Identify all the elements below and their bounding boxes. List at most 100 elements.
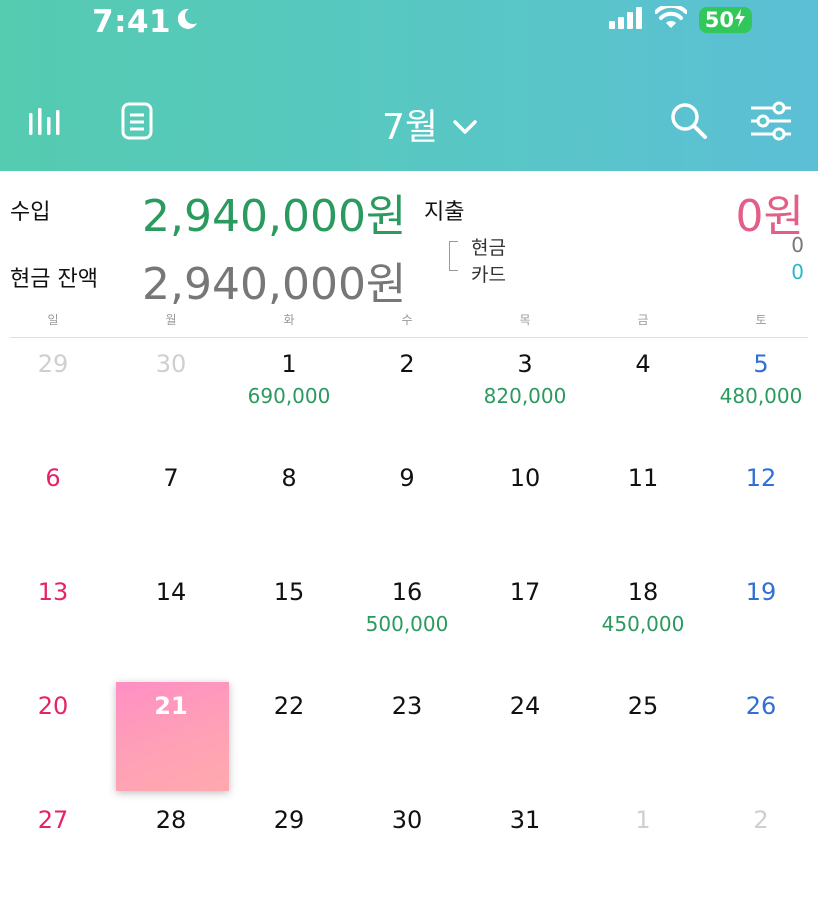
day-number: 5 xyxy=(753,350,769,378)
day-number: 6 xyxy=(45,464,61,492)
weekday-label: 토 xyxy=(755,313,767,327)
day-number: 3 xyxy=(517,350,533,378)
day-income-amount: 820,000 xyxy=(483,384,567,408)
day-number: 20 xyxy=(37,692,69,720)
calendar-day[interactable]: 29 xyxy=(0,338,112,452)
calendar-day[interactable]: 26 xyxy=(702,680,818,794)
day-number: 24 xyxy=(509,692,541,720)
day-number: 1 xyxy=(281,350,297,378)
card-value: 0 xyxy=(791,260,804,284)
day-number: 10 xyxy=(509,464,541,492)
calendar-day[interactable]: 9 xyxy=(348,452,466,566)
search-icon xyxy=(669,101,709,145)
calendar-day[interactable]: 23 xyxy=(348,680,466,794)
day-number: 30 xyxy=(391,806,423,834)
cash-label: 현금 xyxy=(471,237,506,259)
calendar-day[interactable]: 12 xyxy=(702,452,818,566)
weekday-label: 화 xyxy=(283,313,295,327)
filter-button[interactable] xyxy=(748,100,794,146)
calendar-day[interactable]: 13 xyxy=(0,566,112,680)
calendar-day[interactable]: 1 690,000 xyxy=(230,338,348,452)
calendar-day[interactable]: 2 xyxy=(348,338,466,452)
day-number: 31 xyxy=(509,806,541,834)
day-number: 15 xyxy=(273,578,305,606)
cash-value: 0 xyxy=(791,233,804,257)
month-label: 7월 xyxy=(381,107,439,148)
day-number: 18 xyxy=(627,578,659,606)
day-number: 2 xyxy=(753,806,769,834)
income-label: 수입 xyxy=(10,200,51,225)
day-number: 4 xyxy=(635,350,651,378)
calendar-day[interactable]: 29 xyxy=(230,794,348,908)
calendar-day[interactable]: 20 xyxy=(0,680,112,794)
day-number: 2 xyxy=(399,350,415,378)
cash-balance-label: 현금 잔액 xyxy=(10,267,98,292)
battery-level: 50 xyxy=(704,8,734,32)
calendar-day[interactable]: 16 500,000 xyxy=(348,566,466,680)
calendar-day[interactable]: 1 xyxy=(584,794,702,908)
weekday-label: 수 xyxy=(401,313,413,327)
day-number: 21 xyxy=(154,692,188,720)
card-label: 카드 xyxy=(471,264,506,286)
calendar-day[interactable]: 18 450,000 xyxy=(584,566,702,680)
status-time-text: 7:41 xyxy=(92,4,172,40)
day-number: 26 xyxy=(745,692,777,720)
day-number: 19 xyxy=(745,578,777,606)
stats-button[interactable] xyxy=(24,100,70,146)
weekday-header: 일월화수목금토 xyxy=(0,311,818,337)
day-number: 28 xyxy=(155,806,187,834)
day-number: 7 xyxy=(163,464,179,492)
day-number: 12 xyxy=(745,464,777,492)
calendar-day[interactable]: 8 xyxy=(230,452,348,566)
calendar-day[interactable]: 28 xyxy=(112,794,230,908)
weekday-label: 목 xyxy=(519,313,531,327)
day-number: 23 xyxy=(391,692,423,720)
calendar-day[interactable]: 31 xyxy=(466,794,584,908)
day-number: 17 xyxy=(509,578,541,606)
day-number: 1 xyxy=(635,806,651,834)
battery-indicator: 50 xyxy=(698,7,752,33)
weekday-label: 일 xyxy=(47,313,59,327)
app-header: 7:41 50 7월 xyxy=(0,0,818,171)
calendar-day[interactable]: 7 xyxy=(112,452,230,566)
wifi-icon xyxy=(653,3,688,34)
day-number: 11 xyxy=(627,464,659,492)
day-number: 16 xyxy=(391,578,423,606)
calendar-day[interactable]: 24 xyxy=(466,680,584,794)
day-number: 25 xyxy=(627,692,659,720)
weekday-label: 금 xyxy=(637,313,649,327)
calendar-day[interactable]: 19 xyxy=(702,566,818,680)
day-number: 14 xyxy=(155,578,187,606)
day-number: 30 xyxy=(155,350,187,378)
calendar-day[interactable]: 11 xyxy=(584,452,702,566)
calendar-day[interactable]: 2 xyxy=(702,794,818,908)
weekday-label: 월 xyxy=(165,313,177,327)
calendar-day[interactable]: 5 480,000 xyxy=(702,338,818,452)
day-number: 8 xyxy=(281,464,297,492)
search-button[interactable] xyxy=(666,100,712,146)
nav-bar: 7월 xyxy=(0,96,818,156)
signal-icon xyxy=(608,7,643,33)
calendar-day-today[interactable]: 21 xyxy=(112,680,230,794)
calendar-day[interactable]: 10 xyxy=(466,452,584,566)
day-income-amount: 500,000 xyxy=(365,612,449,636)
calendar-day[interactable]: 14 xyxy=(112,566,230,680)
calendar-day[interactable]: 30 xyxy=(112,338,230,452)
calendar-day[interactable]: 6 xyxy=(0,452,112,566)
status-time: 7:41 xyxy=(92,4,199,40)
chevron-down-icon xyxy=(452,104,478,145)
calendar-day[interactable]: 30 xyxy=(348,794,466,908)
calendar-day[interactable]: 27 xyxy=(0,794,112,908)
month-selector[interactable]: 7월 xyxy=(360,98,500,150)
day-number: 13 xyxy=(37,578,69,606)
list-view-button[interactable] xyxy=(114,100,160,146)
calendar-day[interactable]: 3 820,000 xyxy=(466,338,584,452)
calendar-day[interactable]: 4 xyxy=(584,338,702,452)
calendar-day[interactable]: 25 xyxy=(584,680,702,794)
calendar-day[interactable]: 22 xyxy=(230,680,348,794)
day-number: 27 xyxy=(37,806,69,834)
calendar-day[interactable]: 15 xyxy=(230,566,348,680)
day-income-amount: 690,000 xyxy=(247,384,331,408)
calendar-day[interactable]: 17 xyxy=(466,566,584,680)
income-value: 2,940,000원 xyxy=(142,191,407,242)
